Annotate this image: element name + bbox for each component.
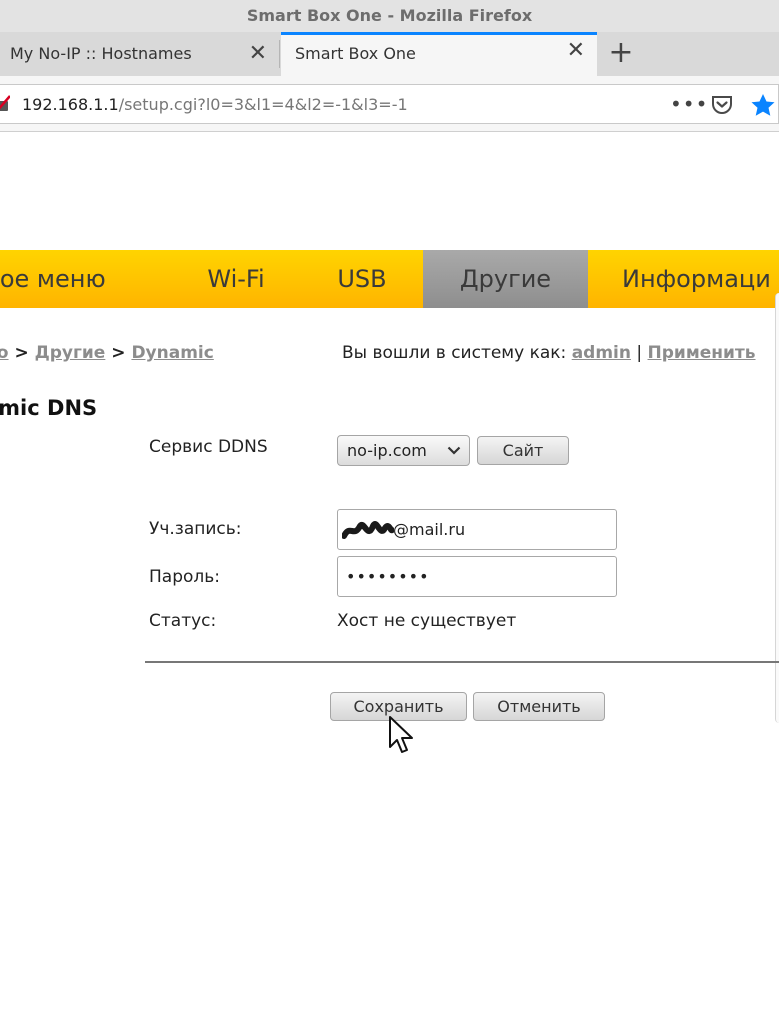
ddns-service-select[interactable]: no-ip.com bbox=[337, 435, 470, 466]
admin-user-link[interactable]: admin bbox=[572, 343, 631, 363]
insecure-connection-icon[interactable] bbox=[0, 93, 10, 113]
login-separator: | bbox=[630, 343, 648, 363]
window-title: Smart Box One - Mozilla Firefox bbox=[0, 0, 779, 32]
form-divider bbox=[145, 661, 779, 663]
close-tab-icon[interactable]: ✕ bbox=[567, 32, 585, 70]
navigation-toolbar: 192.168.1.1/setup.cgi?l0=3&l1=4&l2=-1&l3… bbox=[0, 76, 779, 132]
nav-item-main-menu[interactable]: вное меню bbox=[0, 250, 145, 308]
chevron-down-icon bbox=[447, 446, 461, 455]
redaction-scribble bbox=[342, 521, 394, 539]
url-host: 192.168.1.1 bbox=[22, 95, 119, 114]
address-bar[interactable]: 192.168.1.1/setup.cgi?l0=3&l1=4&l2=-1&l3… bbox=[0, 84, 779, 124]
ddns-service-value: no-ip.com bbox=[347, 441, 427, 460]
site-button[interactable]: Сайт bbox=[477, 436, 569, 465]
status-value: Хост не существует bbox=[337, 611, 517, 631]
url-path: /setup.cgi?l0=3&l1=4&l2=-1&l3=-1 bbox=[118, 95, 408, 114]
login-info: Вы вошли в систему как: admin | Применит… bbox=[342, 343, 756, 363]
nav-item-other[interactable]: Другие bbox=[423, 250, 588, 308]
url-text[interactable]: 192.168.1.1/setup.cgi?l0=3&l1=4&l2=-1&l3… bbox=[22, 85, 408, 125]
account-label: Уч.запись: bbox=[149, 519, 242, 539]
breadcrumb-home-link[interactable]: ю bbox=[0, 343, 9, 363]
password-input[interactable]: •••••••• bbox=[337, 556, 617, 597]
status-label: Статус: bbox=[149, 611, 217, 631]
password-value: •••••••• bbox=[346, 567, 430, 586]
panel-edge bbox=[775, 293, 779, 723]
pocket-icon[interactable] bbox=[711, 95, 733, 115]
tab-strip: My No-IP :: Hostnames ✕ Smart Box One ✕ … bbox=[0, 32, 779, 76]
nav-item-info[interactable]: Информаци bbox=[622, 250, 779, 308]
tab-separator bbox=[279, 40, 280, 68]
bookmark-star-icon[interactable] bbox=[750, 93, 776, 117]
breadcrumb-separator: > bbox=[105, 343, 132, 363]
main-nav-bar: вное меню Wi-Fi USB Другие Информаци bbox=[0, 250, 779, 308]
new-tab-plus-icon[interactable]: + bbox=[606, 32, 636, 76]
mouse-pointer-icon bbox=[389, 716, 413, 753]
tab-no-ip-hostnames[interactable]: My No-IP :: Hostnames ✕ bbox=[0, 32, 279, 76]
tab-smart-box-one[interactable]: Smart Box One ✕ bbox=[281, 32, 597, 76]
tab-label: Smart Box One bbox=[295, 44, 416, 63]
page-title: amic DNS bbox=[0, 396, 98, 420]
account-value: @mail.ru bbox=[393, 520, 466, 539]
page-viewport: вное меню Wi-Fi USB Другие Информаци ю >… bbox=[0, 133, 779, 1024]
apply-link[interactable]: Применить bbox=[648, 343, 756, 363]
tab-label: My No-IP :: Hostnames bbox=[10, 44, 192, 63]
ddns-service-label: Сервис DDNS bbox=[149, 437, 268, 457]
breadcrumb-dynamic-link[interactable]: Dynamic bbox=[131, 343, 213, 363]
cancel-button[interactable]: Отменить bbox=[473, 692, 605, 721]
breadcrumb-separator: > bbox=[8, 343, 35, 363]
nav-item-wifi[interactable]: Wi-Fi bbox=[190, 250, 282, 308]
password-label: Пароль: bbox=[149, 567, 221, 587]
nav-item-usb[interactable]: USB bbox=[318, 250, 406, 308]
breadcrumb: ю > Другие > Dynamic bbox=[0, 343, 214, 363]
close-tab-icon[interactable]: ✕ bbox=[249, 32, 267, 76]
page-actions-menu-icon[interactable]: ••• bbox=[670, 85, 708, 123]
breadcrumb-other-link[interactable]: Другие bbox=[35, 343, 106, 363]
account-input[interactable]: @mail.ru bbox=[337, 509, 617, 550]
login-prefix: Вы вошли в систему как: bbox=[342, 343, 572, 363]
